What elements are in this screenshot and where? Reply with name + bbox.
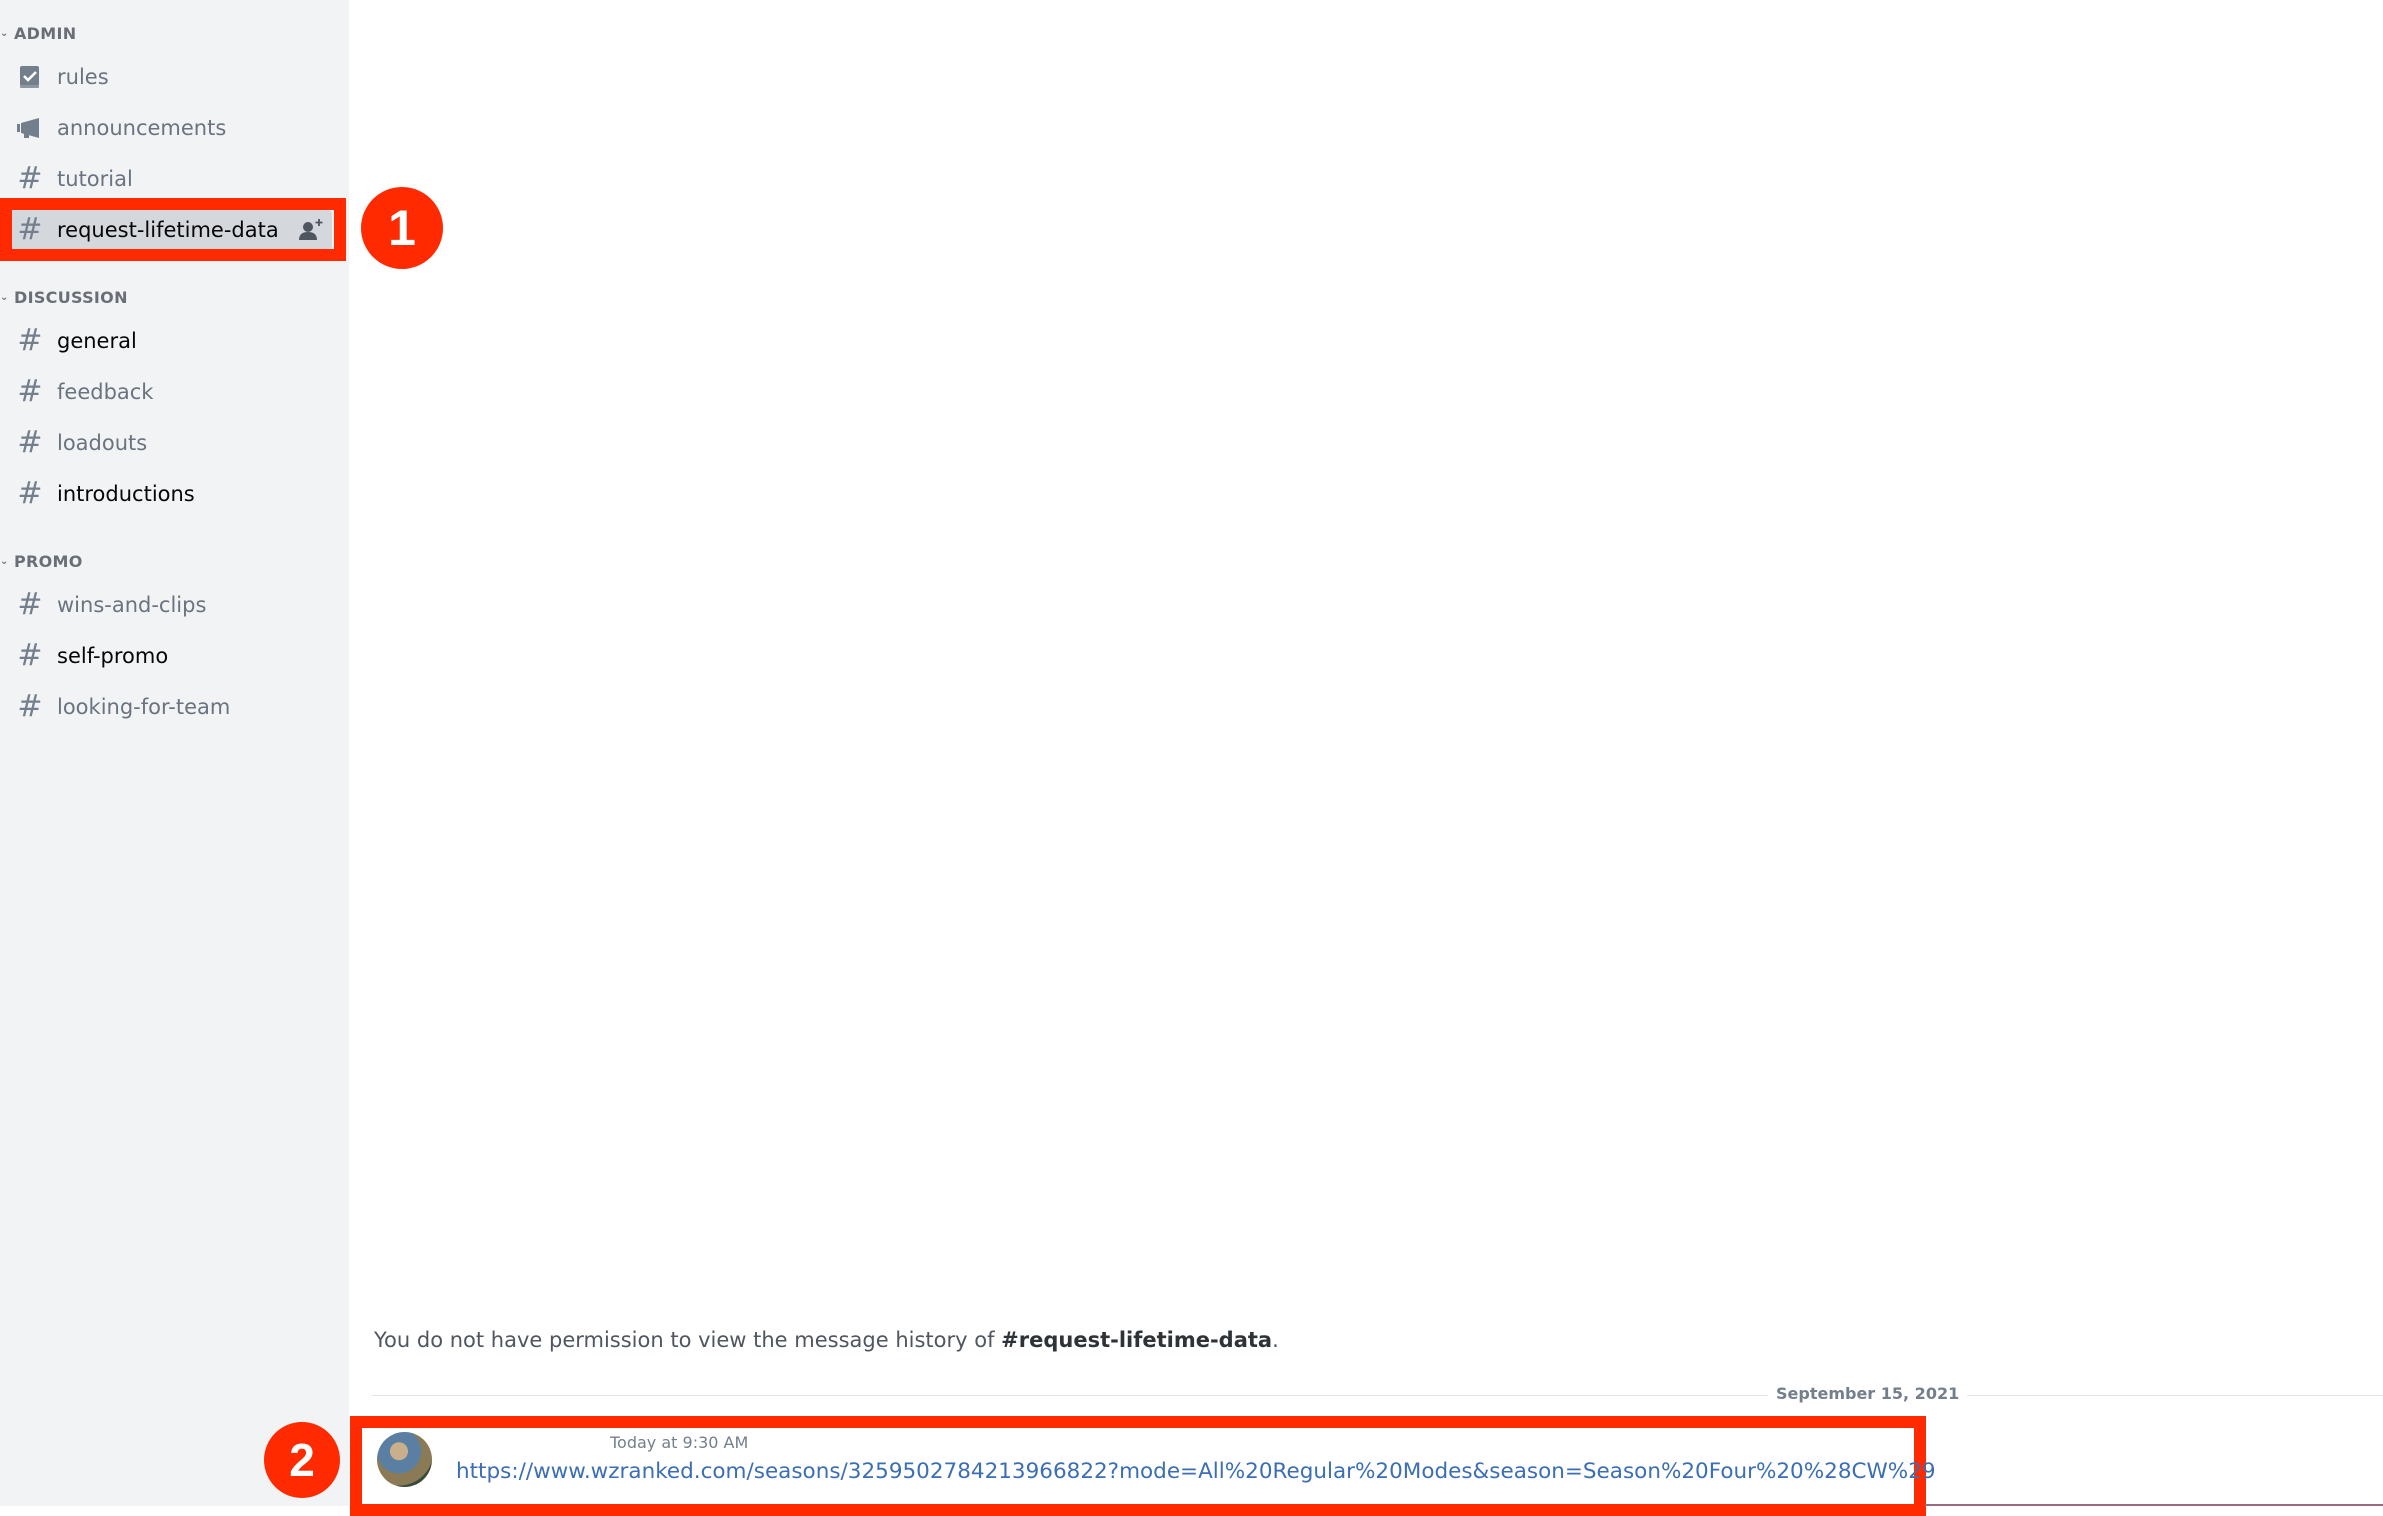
message-link[interactable]: https://www.wzranked.com/seasons/3259502… xyxy=(456,1459,1936,1484)
channel-name: feedback xyxy=(57,380,154,404)
chevron-down-icon: ⌄ xyxy=(0,291,9,303)
chevron-down-icon: ⌄ xyxy=(0,27,9,39)
permission-channel: #request-lifetime-data xyxy=(1001,1328,1273,1352)
channel-tutorial[interactable]: # tutorial xyxy=(6,159,332,199)
hash-icon: # xyxy=(17,425,43,460)
channel-name: looking-for-team xyxy=(57,695,231,719)
category-discussion[interactable]: ⌄ DISCUSSION xyxy=(0,285,128,309)
channel-name: wins-and-clips xyxy=(57,593,207,617)
hash-icon: # xyxy=(17,374,43,409)
annotation-highlight-1 xyxy=(0,198,346,261)
megaphone-icon xyxy=(16,114,44,142)
channel-general[interactable]: # general xyxy=(6,321,332,361)
permission-suffix: . xyxy=(1272,1328,1279,1352)
channel-loadouts[interactable]: # loadouts xyxy=(6,423,332,463)
category-label: ADMIN xyxy=(14,23,77,43)
channel-looking-for-team[interactable]: # looking-for-team xyxy=(6,687,332,727)
permission-text: You do not have permission to view the m… xyxy=(374,1328,1002,1352)
rules-checkbook-icon xyxy=(16,63,44,91)
channel-name: tutorial xyxy=(57,167,133,191)
category-admin[interactable]: ⌄ ADMIN xyxy=(0,21,76,45)
date-divider-label: September 15, 2021 xyxy=(1768,1384,1968,1403)
hash-icon: # xyxy=(17,638,43,673)
permission-notice: You do not have permission to view the m… xyxy=(374,1328,1279,1352)
hash-icon: # xyxy=(17,476,43,511)
hash-icon: # xyxy=(17,689,43,724)
channel-announcements[interactable]: announcements xyxy=(6,108,332,148)
channel-name: self-promo xyxy=(57,644,169,668)
hash-icon: # xyxy=(17,587,43,622)
channel-name: general xyxy=(57,329,137,353)
channel-name: introductions xyxy=(57,482,195,506)
channel-rules[interactable]: rules xyxy=(6,57,332,97)
chevron-down-icon: ⌄ xyxy=(0,555,9,567)
channel-name: loadouts xyxy=(57,431,148,455)
user-avatar[interactable] xyxy=(377,1432,432,1487)
date-divider-line xyxy=(372,1395,2383,1396)
category-promo[interactable]: ⌄ PROMO xyxy=(0,549,83,573)
channel-self-promo[interactable]: # self-promo xyxy=(6,636,332,676)
annotation-badge-1: 1 xyxy=(361,187,443,269)
hash-icon: # xyxy=(17,323,43,358)
channel-wins-and-clips[interactable]: # wins-and-clips xyxy=(6,585,332,625)
annotation-badge-2: 2 xyxy=(264,1422,340,1498)
hash-icon: # xyxy=(17,161,43,196)
category-label: PROMO xyxy=(14,551,83,571)
category-label: DISCUSSION xyxy=(14,287,128,307)
channel-name: announcements xyxy=(57,116,227,140)
channel-name: rules xyxy=(57,65,109,89)
message-timestamp: Today at 9:30 AM xyxy=(610,1433,749,1452)
channel-feedback[interactable]: # feedback xyxy=(6,372,332,412)
channel-introductions[interactable]: # introductions xyxy=(6,474,332,514)
